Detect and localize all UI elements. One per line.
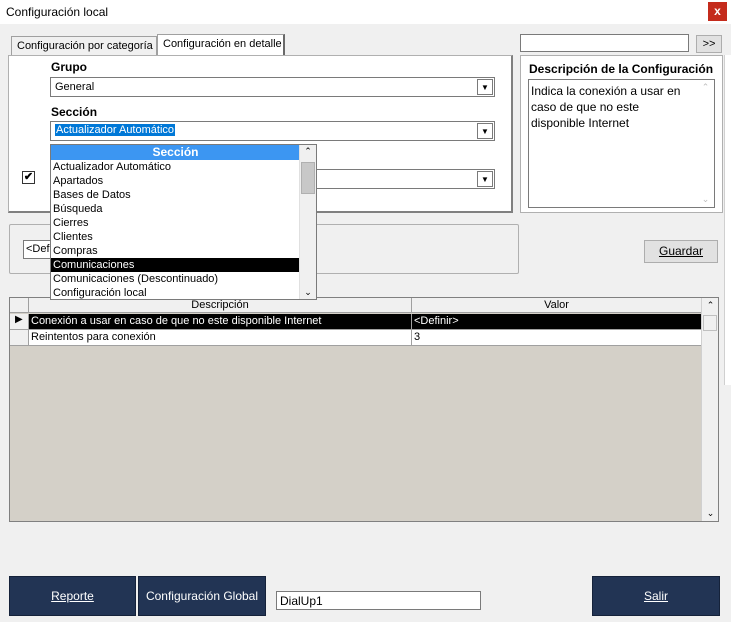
dialup-input[interactable] (276, 591, 481, 610)
close-button[interactable]: x (708, 2, 727, 21)
title-bar (0, 0, 731, 24)
grid-corner (10, 298, 29, 313)
seccion-select-value: Actualizador Automático (55, 124, 176, 136)
seccion-select[interactable]: Actualizador Automático ▼ (50, 121, 495, 141)
seccion-dropdown-list[interactable]: Sección Actualizador Automático Apartado… (50, 144, 317, 300)
salir-button[interactable]: Salir (592, 576, 720, 616)
dropdown-item[interactable]: Compras (51, 244, 300, 258)
scrollbar-thumb[interactable] (703, 315, 717, 331)
chevron-down-icon[interactable]: ▼ (477, 79, 493, 95)
window-edge (724, 55, 731, 385)
dropdown-item[interactable]: Actualizador Automático (51, 160, 300, 174)
grupo-select-value: General (55, 81, 95, 93)
row-pointer-icon: ▶ (15, 314, 23, 325)
dropdown-item[interactable]: Apartados (51, 174, 300, 188)
grid-cell-descripcion[interactable]: Reintentos para conexión (29, 330, 412, 346)
description-scrollbar[interactable]: ⌃ ⌄ (697, 80, 714, 207)
grupo-label: Grupo (51, 60, 87, 74)
row-indicator[interactable] (10, 330, 29, 346)
grid-scrollbar[interactable]: ⌃ ⌄ (701, 298, 718, 521)
window-title: Configuración local (6, 5, 109, 19)
config-grid[interactable]: Descripción Valor ▶ Conexión a usar en c… (9, 297, 719, 522)
dropdown-item[interactable]: Clientes (51, 230, 300, 244)
dropdown-item-selected[interactable]: Comunicaciones (51, 258, 300, 272)
dropdown-header: Sección (51, 145, 300, 160)
search-input[interactable] (520, 34, 689, 52)
tab-configuracion-por-categoria[interactable]: Configuración por categoría (11, 36, 157, 56)
grupo-select[interactable]: General ▼ (50, 77, 495, 97)
guardar-button-label: Guardar (658, 244, 704, 258)
description-title: Descripción de la Configuración (529, 62, 714, 76)
enabled-checkbox[interactable]: ✔ (22, 171, 35, 184)
configuracion-global-button[interactable]: Configuración Global (138, 576, 266, 616)
grid-header-descripcion[interactable]: Descripción (29, 298, 412, 313)
guardar-button[interactable]: Guardar (644, 240, 718, 263)
reporte-button-label: Reporte (51, 589, 94, 603)
salir-button-label: Salir (643, 589, 668, 603)
dropdown-scrollbar[interactable]: ⌃ ⌄ (299, 145, 316, 299)
chevron-down-icon[interactable]: ⌄ (300, 287, 316, 298)
chevron-down-icon[interactable]: ⌄ (697, 194, 714, 205)
grid-header-valor[interactable]: Valor (412, 298, 702, 313)
dropdown-item[interactable]: Comunicaciones (Descontinuado) (51, 272, 300, 286)
row-indicator[interactable]: ▶ (10, 314, 29, 330)
grid-cell-valor[interactable]: <Definir> (412, 314, 702, 330)
grid-cell-valor[interactable]: 3 (412, 330, 702, 346)
chevron-up-icon[interactable]: ⌃ (702, 300, 719, 311)
chevron-down-icon[interactable]: ▼ (477, 123, 493, 139)
seccion-label: Sección (51, 105, 98, 119)
description-textbox[interactable]: Indica la conexión a usar en caso de que… (528, 79, 715, 208)
description-text: Indica la conexión a usar en caso de que… (531, 84, 681, 130)
chevron-down-icon[interactable]: ▼ (477, 171, 493, 187)
scrollbar-thumb[interactable] (301, 162, 315, 194)
grid-cell-descripcion[interactable]: Conexión a usar en caso de que no este d… (29, 314, 412, 330)
chevron-up-icon[interactable]: ⌃ (300, 146, 316, 157)
reporte-button[interactable]: Reporte (9, 576, 136, 616)
tab-configuracion-en-detalle[interactable]: Configuración en detalle (157, 34, 285, 56)
dropdown-item[interactable]: Bases de Datos (51, 188, 300, 202)
search-go-button[interactable]: >> (696, 35, 722, 53)
chevron-up-icon[interactable]: ⌃ (697, 82, 714, 93)
dropdown-item[interactable]: Búsqueda (51, 202, 300, 216)
chevron-down-icon[interactable]: ⌄ (702, 508, 719, 519)
dropdown-item[interactable]: Configuración local (51, 286, 300, 299)
dropdown-item[interactable]: Cierres (51, 216, 300, 230)
